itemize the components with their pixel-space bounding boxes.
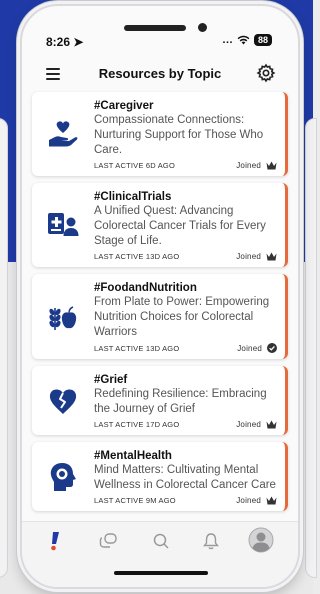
topic-tag: #MentalHealth	[94, 450, 172, 462]
topic-tag: #Caregiver	[94, 100, 154, 112]
wifi-icon	[237, 35, 250, 45]
profile-avatar-icon[interactable]	[248, 527, 274, 553]
topic-description: From Plate to Power: Empowering Nutritio…	[94, 296, 270, 338]
topic-card-caregiver[interactable]: #Caregiver Compassionate Connections: Nu…	[32, 92, 288, 176]
topic-list: #Caregiver Compassionate Connections: Nu…	[32, 92, 288, 518]
home-exclamation-icon[interactable]	[44, 530, 66, 552]
crown-icon	[266, 252, 277, 261]
topic-tag: #Grief	[94, 374, 128, 386]
last-active-label: LAST ACTIVE 6D AGO	[94, 161, 175, 170]
last-active-label: LAST ACTIVE 9M AGO	[94, 496, 176, 505]
topic-description: Redefining Resilience: Embracing the Jou…	[94, 388, 267, 415]
phone-frame: 8:26 ➤ … 88 Resources by Topic #Caregive…	[20, 4, 300, 589]
topic-description: A Unified Quest: Advancing Colorectal Ca…	[94, 205, 266, 247]
topic-card-clinical-trials[interactable]: #ClinicalTrials A Unified Quest: Advanci…	[32, 183, 288, 267]
phone-power-button	[300, 140, 304, 196]
joined-status: Joined	[236, 420, 261, 429]
check-circle-icon	[267, 343, 277, 353]
medical-person-icon	[48, 213, 79, 236]
joined-status: Joined	[236, 252, 261, 261]
gear-icon[interactable]	[256, 63, 276, 83]
last-active-label: LAST ACTIVE 13D AGO	[94, 343, 180, 353]
front-camera	[198, 23, 207, 32]
bell-icon[interactable]	[200, 530, 222, 552]
joined-status: Joined	[236, 496, 261, 505]
home-indicator	[114, 571, 208, 575]
crown-icon	[266, 496, 277, 505]
last-active-label: LAST ACTIVE 13D AGO	[94, 252, 180, 261]
crown-icon	[266, 161, 277, 170]
caring-hand-heart-icon	[49, 121, 78, 147]
status-icons: … 88	[222, 34, 272, 46]
battery-indicator: 88	[253, 34, 272, 46]
top-navigation: Resources by Topic	[22, 60, 298, 90]
search-icon[interactable]	[150, 530, 172, 552]
topic-description: Mind Matters: Cultivating Mental Wellnes…	[94, 464, 276, 491]
joined-status: Joined	[237, 343, 262, 353]
head-brain-icon	[50, 462, 76, 491]
chat-bubbles-icon[interactable]	[98, 530, 120, 552]
wheat-apple-icon	[49, 305, 77, 330]
dynamic-island	[124, 25, 186, 31]
last-active-label: LAST ACTIVE 17D AGO	[94, 420, 180, 429]
status-time: 8:26 ➤	[46, 35, 84, 49]
topic-card-mental-health[interactable]: #MentalHealth Mind Matters: Cultivating …	[32, 442, 288, 511]
adjacent-screen-right	[305, 118, 317, 578]
topic-card-grief[interactable]: #Grief Redefining Resilience: Embracing …	[32, 366, 288, 435]
topic-tag: #FoodandNutrition	[94, 282, 197, 294]
signal-icon: …	[221, 34, 233, 46]
status-bar: 8:26 ➤ … 88	[22, 6, 298, 52]
location-arrow-icon: ➤	[73, 35, 84, 49]
topic-description: Compassionate Connections: Nurturing Sup…	[94, 114, 264, 156]
crown-icon	[266, 420, 277, 429]
topic-tag: #ClinicalTrials	[94, 191, 172, 203]
bottom-tab-bar	[22, 521, 298, 587]
adjacent-screen-left	[0, 118, 8, 578]
joined-status: Joined	[236, 161, 261, 170]
broken-heart-icon	[49, 388, 77, 414]
topic-card-food-and-nutrition[interactable]: #FoodandNutrition From Plate to Power: E…	[32, 274, 288, 359]
